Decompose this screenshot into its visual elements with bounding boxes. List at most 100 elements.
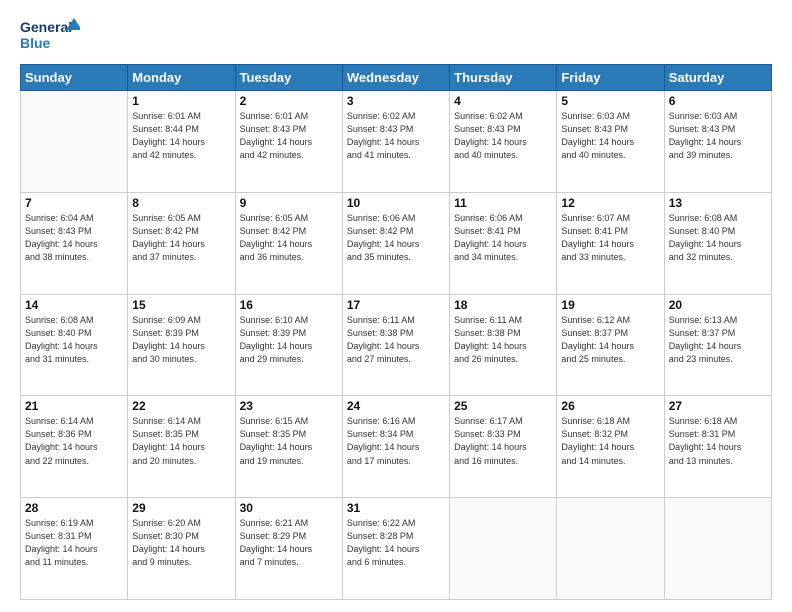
calendar-cell: 30 Sunrise: 6:21 AM Sunset: 8:29 PM Dayli… bbox=[235, 498, 342, 600]
day-number: 13 bbox=[669, 196, 767, 210]
day-number: 1 bbox=[132, 94, 230, 108]
col-header-tuesday: Tuesday bbox=[235, 65, 342, 91]
col-header-saturday: Saturday bbox=[664, 65, 771, 91]
day-number: 23 bbox=[240, 399, 338, 413]
calendar-cell: 27Sunrise: 6:18 AM Sunset: 8:31 PM Dayli… bbox=[664, 396, 771, 498]
calendar-week-row: 1 Sunrise: 6:01 AM Sunset: 8:44 PM Daylig… bbox=[21, 91, 772, 193]
day-info: Sunrise: 6:11 AM Sunset: 8:38 PM Dayligh… bbox=[454, 314, 552, 366]
day-number: 21 bbox=[25, 399, 123, 413]
calendar-cell: 14 Sunrise: 6:08 AM Sunset: 8:40 PM Dayli… bbox=[21, 294, 128, 396]
day-number: 26 bbox=[561, 399, 659, 413]
day-info: Sunrise: 6:08 AM Sunset: 8:40 PM Dayligh… bbox=[25, 314, 123, 366]
day-info: Sunrise: 6:03 AM Sunset: 8:43 PM Dayligh… bbox=[669, 110, 767, 162]
svg-text:Blue: Blue bbox=[20, 35, 51, 51]
calendar-cell: 2 Sunrise: 6:01 AM Sunset: 8:43 PM Daylig… bbox=[235, 91, 342, 193]
day-number: 10 bbox=[347, 196, 445, 210]
calendar-cell: 20Sunrise: 6:13 AM Sunset: 8:37 PM Dayli… bbox=[664, 294, 771, 396]
calendar-header-row: SundayMondayTuesdayWednesdayThursdayFrid… bbox=[21, 65, 772, 91]
calendar-cell: 9 Sunrise: 6:05 AM Sunset: 8:42 PM Daylig… bbox=[235, 192, 342, 294]
day-number: 12 bbox=[561, 196, 659, 210]
calendar-cell: 17 Sunrise: 6:11 AM Sunset: 8:38 PM Dayli… bbox=[342, 294, 449, 396]
calendar-cell: 1 Sunrise: 6:01 AM Sunset: 8:44 PM Daylig… bbox=[128, 91, 235, 193]
day-info: Sunrise: 6:15 AM Sunset: 8:35 PM Dayligh… bbox=[240, 415, 338, 467]
calendar-cell: 4Sunrise: 6:02 AM Sunset: 8:43 PM Daylig… bbox=[450, 91, 557, 193]
calendar-cell: 8Sunrise: 6:05 AM Sunset: 8:42 PM Daylig… bbox=[128, 192, 235, 294]
day-number: 28 bbox=[25, 501, 123, 515]
day-number: 16 bbox=[240, 298, 338, 312]
calendar-cell: 23 Sunrise: 6:15 AM Sunset: 8:35 PM Dayli… bbox=[235, 396, 342, 498]
calendar-week-row: 7 Sunrise: 6:04 AM Sunset: 8:43 PM Daylig… bbox=[21, 192, 772, 294]
day-info: Sunrise: 6:06 AM Sunset: 8:42 PM Dayligh… bbox=[347, 212, 445, 264]
day-info: Sunrise: 6:16 AM Sunset: 8:34 PM Dayligh… bbox=[347, 415, 445, 467]
col-header-wednesday: Wednesday bbox=[342, 65, 449, 91]
day-number: 7 bbox=[25, 196, 123, 210]
day-info: Sunrise: 6:14 AM Sunset: 8:36 PM Dayligh… bbox=[25, 415, 123, 467]
page: General Blue SundayMondayTuesdayWednesda… bbox=[0, 0, 792, 612]
day-number: 22 bbox=[132, 399, 230, 413]
calendar-cell: 7 Sunrise: 6:04 AM Sunset: 8:43 PM Daylig… bbox=[21, 192, 128, 294]
calendar-cell: 29 Sunrise: 6:20 AM Sunset: 8:30 PM Dayli… bbox=[128, 498, 235, 600]
day-info: Sunrise: 6:06 AM Sunset: 8:41 PM Dayligh… bbox=[454, 212, 552, 264]
day-info: Sunrise: 6:07 AM Sunset: 8:41 PM Dayligh… bbox=[561, 212, 659, 264]
day-info: Sunrise: 6:08 AM Sunset: 8:40 PM Dayligh… bbox=[669, 212, 767, 264]
day-info: Sunrise: 6:01 AM Sunset: 8:44 PM Dayligh… bbox=[132, 110, 230, 162]
day-info: Sunrise: 6:17 AM Sunset: 8:33 PM Dayligh… bbox=[454, 415, 552, 467]
day-number: 9 bbox=[240, 196, 338, 210]
col-header-thursday: Thursday bbox=[450, 65, 557, 91]
day-info: Sunrise: 6:22 AM Sunset: 8:28 PM Dayligh… bbox=[347, 517, 445, 569]
calendar-week-row: 21 Sunrise: 6:14 AM Sunset: 8:36 PM Dayli… bbox=[21, 396, 772, 498]
day-number: 25 bbox=[454, 399, 552, 413]
calendar-cell: 18 Sunrise: 6:11 AM Sunset: 8:38 PM Dayli… bbox=[450, 294, 557, 396]
day-number: 2 bbox=[240, 94, 338, 108]
calendar-cell bbox=[664, 498, 771, 600]
day-info: Sunrise: 6:14 AM Sunset: 8:35 PM Dayligh… bbox=[132, 415, 230, 467]
day-number: 15 bbox=[132, 298, 230, 312]
day-number: 5 bbox=[561, 94, 659, 108]
calendar-week-row: 28 Sunrise: 6:19 AM Sunset: 8:31 PM Dayli… bbox=[21, 498, 772, 600]
calendar-cell: 31 Sunrise: 6:22 AM Sunset: 8:28 PM Dayli… bbox=[342, 498, 449, 600]
col-header-monday: Monday bbox=[128, 65, 235, 91]
calendar-week-row: 14 Sunrise: 6:08 AM Sunset: 8:40 PM Dayli… bbox=[21, 294, 772, 396]
day-number: 24 bbox=[347, 399, 445, 413]
calendar-cell: 25 Sunrise: 6:17 AM Sunset: 8:33 PM Dayli… bbox=[450, 396, 557, 498]
logo-svg: General Blue bbox=[20, 16, 80, 54]
calendar-cell: 21 Sunrise: 6:14 AM Sunset: 8:36 PM Dayli… bbox=[21, 396, 128, 498]
calendar-cell: 22 Sunrise: 6:14 AM Sunset: 8:35 PM Dayli… bbox=[128, 396, 235, 498]
day-info: Sunrise: 6:02 AM Sunset: 8:43 PM Dayligh… bbox=[347, 110, 445, 162]
day-info: Sunrise: 6:04 AM Sunset: 8:43 PM Dayligh… bbox=[25, 212, 123, 264]
calendar-cell: 19Sunrise: 6:12 AM Sunset: 8:37 PM Dayli… bbox=[557, 294, 664, 396]
calendar-cell: 13 Sunrise: 6:08 AM Sunset: 8:40 PM Dayli… bbox=[664, 192, 771, 294]
day-info: Sunrise: 6:11 AM Sunset: 8:38 PM Dayligh… bbox=[347, 314, 445, 366]
day-number: 18 bbox=[454, 298, 552, 312]
day-info: Sunrise: 6:10 AM Sunset: 8:39 PM Dayligh… bbox=[240, 314, 338, 366]
day-number: 29 bbox=[132, 501, 230, 515]
day-info: Sunrise: 6:03 AM Sunset: 8:43 PM Dayligh… bbox=[561, 110, 659, 162]
calendar-cell: 15Sunrise: 6:09 AM Sunset: 8:39 PM Dayli… bbox=[128, 294, 235, 396]
calendar-cell: 26 Sunrise: 6:18 AM Sunset: 8:32 PM Dayli… bbox=[557, 396, 664, 498]
day-info: Sunrise: 6:12 AM Sunset: 8:37 PM Dayligh… bbox=[561, 314, 659, 366]
calendar-table: SundayMondayTuesdayWednesdayThursdayFrid… bbox=[20, 64, 772, 600]
day-info: Sunrise: 6:18 AM Sunset: 8:32 PM Dayligh… bbox=[561, 415, 659, 467]
calendar-cell: 5 Sunrise: 6:03 AM Sunset: 8:43 PM Daylig… bbox=[557, 91, 664, 193]
calendar-cell: 12 Sunrise: 6:07 AM Sunset: 8:41 PM Dayli… bbox=[557, 192, 664, 294]
day-info: Sunrise: 6:01 AM Sunset: 8:43 PM Dayligh… bbox=[240, 110, 338, 162]
day-info: Sunrise: 6:05 AM Sunset: 8:42 PM Dayligh… bbox=[240, 212, 338, 264]
calendar-cell: 10 Sunrise: 6:06 AM Sunset: 8:42 PM Dayli… bbox=[342, 192, 449, 294]
svg-text:General: General bbox=[20, 19, 72, 35]
day-info: Sunrise: 6:02 AM Sunset: 8:43 PM Dayligh… bbox=[454, 110, 552, 162]
day-info: Sunrise: 6:21 AM Sunset: 8:29 PM Dayligh… bbox=[240, 517, 338, 569]
day-number: 31 bbox=[347, 501, 445, 515]
day-number: 17 bbox=[347, 298, 445, 312]
day-number: 27 bbox=[669, 399, 767, 413]
header: General Blue bbox=[20, 16, 772, 54]
day-number: 20 bbox=[669, 298, 767, 312]
day-number: 11 bbox=[454, 196, 552, 210]
calendar-cell bbox=[557, 498, 664, 600]
calendar-cell: 11 Sunrise: 6:06 AM Sunset: 8:41 PM Dayli… bbox=[450, 192, 557, 294]
day-number: 14 bbox=[25, 298, 123, 312]
day-info: Sunrise: 6:19 AM Sunset: 8:31 PM Dayligh… bbox=[25, 517, 123, 569]
day-number: 30 bbox=[240, 501, 338, 515]
day-info: Sunrise: 6:20 AM Sunset: 8:30 PM Dayligh… bbox=[132, 517, 230, 569]
logo: General Blue bbox=[20, 16, 80, 54]
day-number: 8 bbox=[132, 196, 230, 210]
